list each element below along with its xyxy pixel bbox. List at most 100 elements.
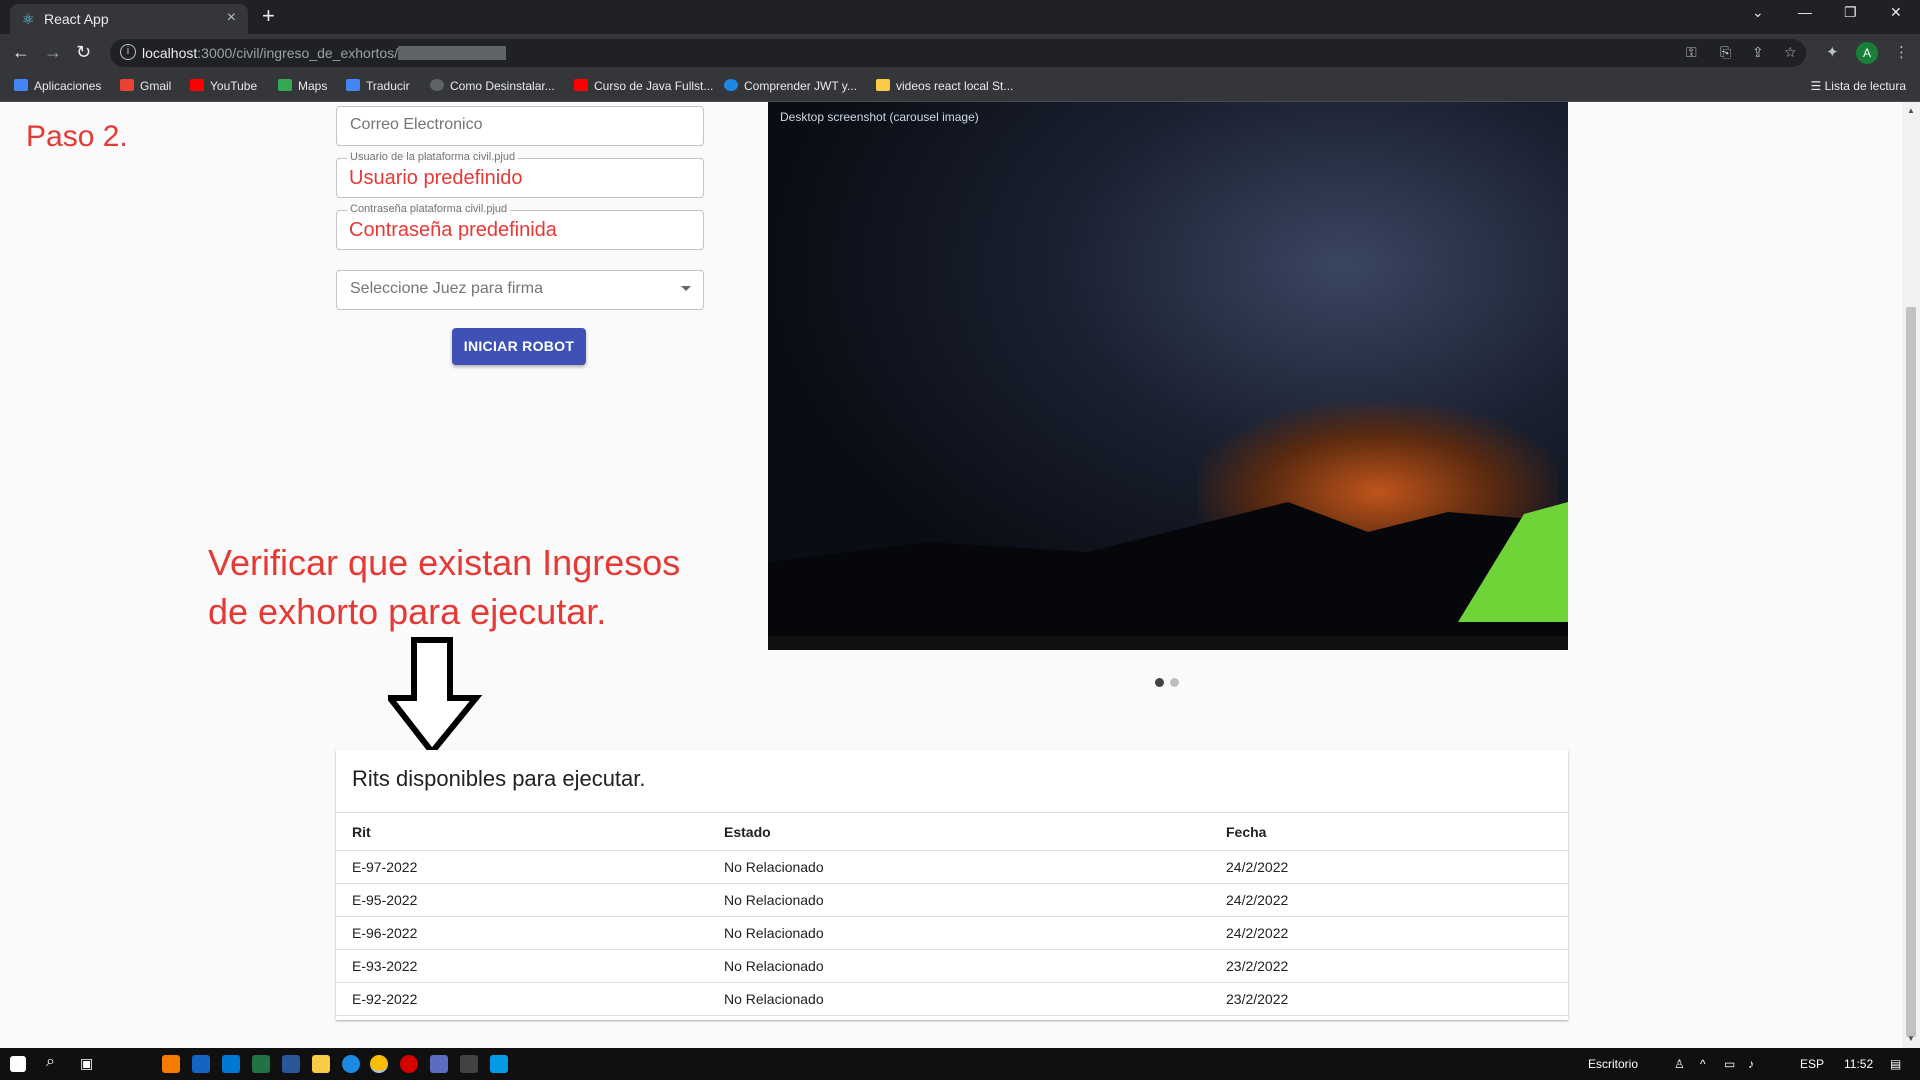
rit-cell: E-96-2022 xyxy=(336,916,708,950)
language-indicator[interactable]: ESP xyxy=(1800,1057,1824,1071)
verify-line-2: de exhorto para ejecutar. xyxy=(208,591,607,632)
app-icon[interactable] xyxy=(192,1055,210,1073)
bookmark-item[interactable]: Maps xyxy=(278,79,327,93)
verify-annotation: Verificar que existan Ingresos de exhort… xyxy=(208,538,768,636)
terminal-icon[interactable] xyxy=(460,1055,478,1073)
bookmarks-bar: Aplicaciones Gmail YouTube Maps Traducir… xyxy=(0,72,1920,102)
chrome-icon[interactable] xyxy=(370,1055,388,1073)
gmail-icon xyxy=(120,79,134,91)
file-explorer-icon[interactable] xyxy=(312,1055,330,1073)
rit-cell: E-92-2022 xyxy=(336,982,708,1016)
bookmark-item[interactable]: Como Desinstalar... xyxy=(430,79,555,93)
clock[interactable]: 11:52 xyxy=(1844,1057,1873,1071)
globe-icon xyxy=(430,79,444,91)
site-info-icon[interactable]: i xyxy=(120,44,136,60)
email-field[interactable]: Correo Electronico xyxy=(336,106,704,146)
table-row[interactable]: E-93-2022 No Relacionado 23/2/2022 xyxy=(336,949,1568,983)
carousel-image: Desktop screenshot (carousel image) xyxy=(768,102,1568,650)
bookmark-item[interactable]: Aplicaciones xyxy=(14,79,101,93)
app-icon[interactable] xyxy=(490,1055,508,1073)
reload-icon[interactable]: ↻ xyxy=(76,42,91,62)
username-field[interactable]: Usuario de la plataforma civil.pjud Usua… xyxy=(336,151,704,198)
judge-select[interactable]: Seleccione Juez para firma xyxy=(336,270,704,310)
scroll-up-icon[interactable]: ▲ xyxy=(1907,106,1915,115)
bookmark-item[interactable]: videos react local St... xyxy=(876,79,1013,93)
task-view-icon[interactable]: ▣ xyxy=(80,1055,93,1072)
desktop-toolbar-label[interactable]: Escritorio xyxy=(1588,1057,1638,1071)
app-icon[interactable] xyxy=(162,1055,180,1073)
vscode-icon[interactable] xyxy=(222,1055,240,1073)
password-field[interactable]: Contraseña plataforma civil.pjud Contras… xyxy=(336,203,704,250)
maps-icon xyxy=(278,79,292,91)
people-icon[interactable]: ♙ xyxy=(1674,1057,1685,1071)
new-tab-button[interactable]: + xyxy=(262,4,275,28)
estado-cell: No Relacionado xyxy=(708,949,1210,983)
reading-list-button[interactable]: ☰ Lista de lectura xyxy=(1811,79,1906,93)
down-arrow-icon xyxy=(388,637,483,757)
translate-icon[interactable]: ⎘ xyxy=(1720,44,1731,61)
apps-icon xyxy=(14,79,28,91)
rit-cell: E-97-2022 xyxy=(336,850,708,884)
minimize-button[interactable]: — xyxy=(1798,4,1812,20)
close-window-button[interactable]: ✕ xyxy=(1890,4,1902,21)
start-robot-button[interactable]: INICIAR ROBOT xyxy=(452,328,586,365)
rits-card: Rits disponibles para ejecutar. Rit Esta… xyxy=(336,750,1568,1020)
bookmark-item[interactable]: Curso de Java Fullst... xyxy=(574,79,713,93)
app-icon[interactable] xyxy=(430,1055,448,1073)
page-content: Paso 2. Correo Electronico Usuario de la… xyxy=(0,102,1902,1048)
share-icon[interactable]: ⇪ xyxy=(1752,44,1764,61)
close-tab-icon[interactable]: × xyxy=(227,9,236,27)
table-row[interactable]: E-95-2022 No Relacionado 24/2/2022 xyxy=(336,883,1568,917)
windows-start-icon[interactable] xyxy=(10,1056,26,1072)
word-icon[interactable] xyxy=(282,1055,300,1073)
password-label: Contraseña plataforma civil.pjud xyxy=(347,203,511,215)
rits-table: Rit Estado Fecha E-97-2022 No Relacionado… xyxy=(336,812,1568,1016)
forward-icon[interactable]: → xyxy=(44,42,62,62)
key-icon[interactable]: ⚿ xyxy=(1686,44,1697,61)
table-row[interactable]: E-97-2022 No Relacionado 24/2/2022 xyxy=(336,850,1568,884)
carousel-dot-active[interactable] xyxy=(1155,678,1164,687)
estado-cell: No Relacionado xyxy=(708,883,1210,917)
browser-tab-bar: ⚛ React App × + ⌄ — ❐ ✕ xyxy=(0,0,1920,34)
profile-avatar[interactable]: A xyxy=(1856,42,1878,64)
scroll-down-icon[interactable]: ▼ xyxy=(1907,1034,1915,1043)
tab-search-icon[interactable]: ⌄ xyxy=(1752,4,1764,21)
translate-icon xyxy=(346,79,360,91)
fecha-cell: 24/2/2022 xyxy=(1210,883,1568,917)
page-scrollbar[interactable]: ▲ ▼ xyxy=(1902,102,1920,1048)
volume-icon[interactable]: ♪ xyxy=(1748,1057,1754,1071)
bookmark-item[interactable]: Gmail xyxy=(120,79,171,93)
extensions-icon[interactable]: ✦ xyxy=(1826,43,1839,61)
rit-cell: E-95-2022 xyxy=(336,883,708,917)
restore-button[interactable]: ❐ xyxy=(1844,4,1857,21)
estado-cell: No Relacionado xyxy=(708,850,1210,884)
youtube-icon xyxy=(190,79,204,91)
tray-chevron-icon[interactable]: ^ xyxy=(1700,1057,1706,1071)
column-header: Rit xyxy=(336,812,708,851)
address-bar[interactable]: i localhost:3000/civil/ingreso_de_exhort… xyxy=(110,39,1806,67)
table-row[interactable]: E-92-2022 No Relacionado 23/2/2022 xyxy=(336,982,1568,1016)
bookmark-star-icon[interactable]: ☆ xyxy=(1784,44,1797,61)
ie-icon[interactable] xyxy=(342,1055,360,1073)
browser-tab[interactable]: ⚛ React App × xyxy=(10,4,248,34)
table-row[interactable]: E-96-2022 No Relacionado 24/2/2022 xyxy=(336,916,1568,950)
chevron-down-icon xyxy=(681,286,691,291)
react-icon: ⚛ xyxy=(22,11,35,27)
email-placeholder: Correo Electronico xyxy=(350,116,483,133)
b-logo-icon xyxy=(724,79,738,91)
excel-icon[interactable] xyxy=(252,1055,270,1073)
column-header: Fecha xyxy=(1210,812,1568,851)
opera-icon[interactable] xyxy=(400,1055,418,1073)
search-icon[interactable]: ⌕ xyxy=(46,1053,55,1071)
menu-icon[interactable]: ⋮ xyxy=(1894,43,1909,61)
scrollbar-thumb[interactable] xyxy=(1906,307,1916,1037)
bookmark-item[interactable]: Comprender JWT y... xyxy=(724,79,857,93)
bookmark-item[interactable]: YouTube xyxy=(190,79,257,93)
carousel-dot[interactable] xyxy=(1170,678,1179,687)
back-icon[interactable]: ← xyxy=(12,42,30,62)
rit-cell: E-93-2022 xyxy=(336,949,708,983)
notifications-icon[interactable]: ▤ xyxy=(1890,1057,1901,1071)
network-icon[interactable]: ▭ xyxy=(1724,1057,1735,1071)
bookmark-item[interactable]: Traducir xyxy=(346,79,410,93)
redacted-url-segment xyxy=(398,46,506,60)
